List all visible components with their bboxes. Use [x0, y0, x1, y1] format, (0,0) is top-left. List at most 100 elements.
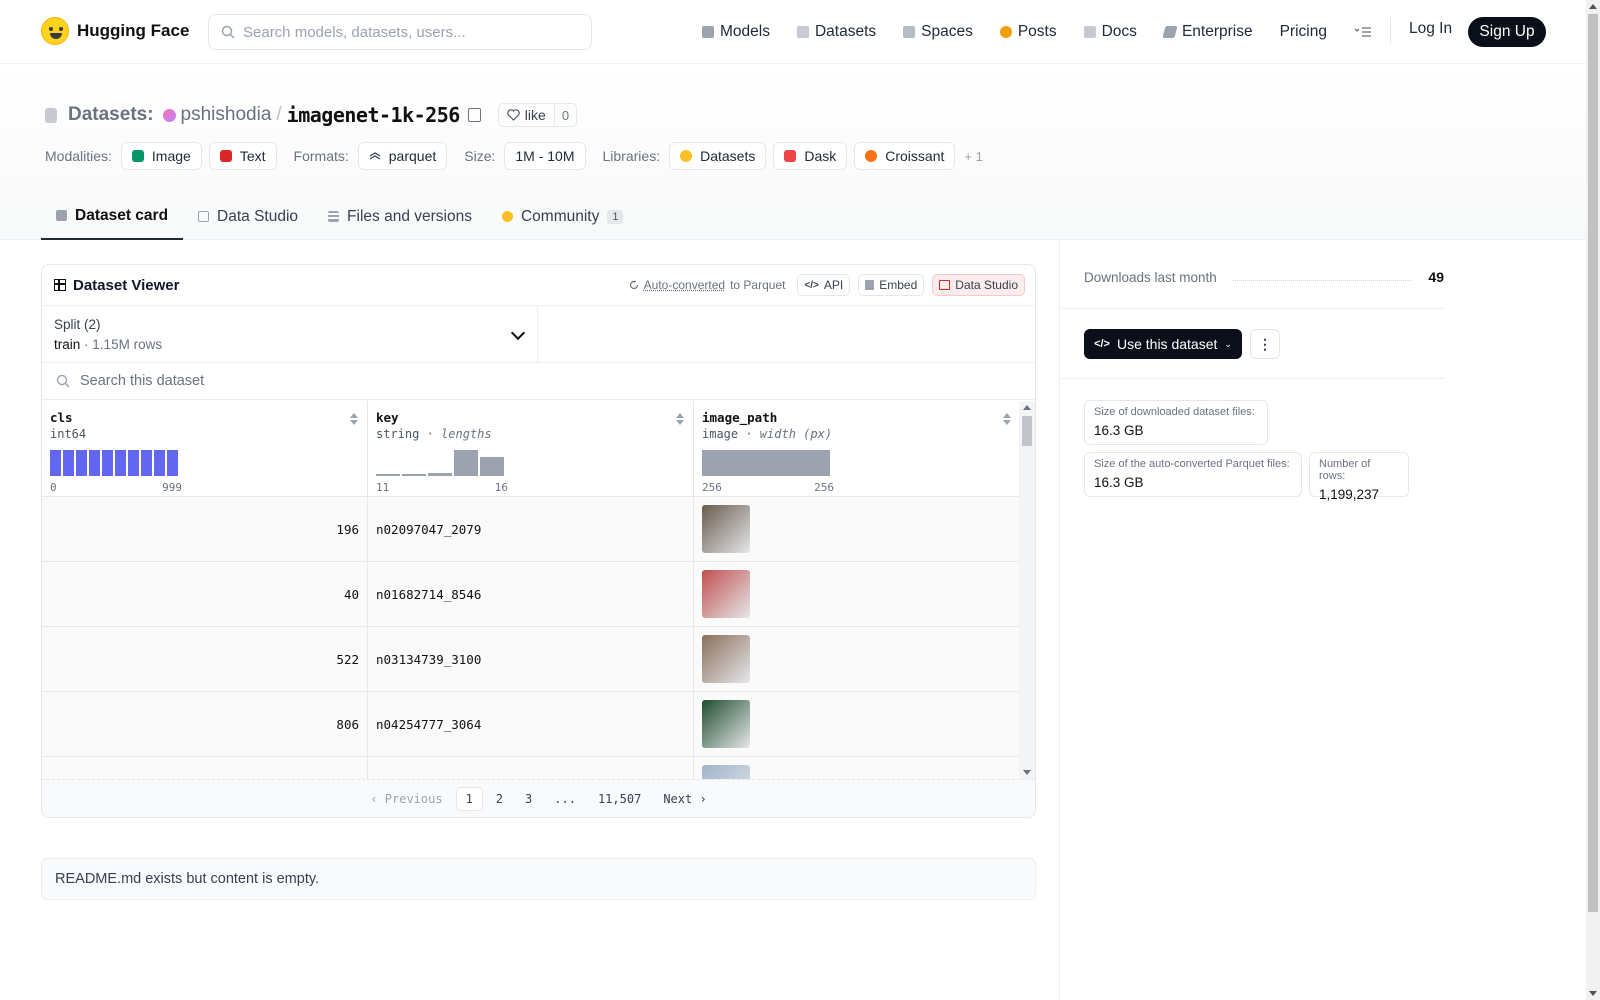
global-search-input[interactable] [243, 23, 563, 41]
histogram-bar[interactable] [128, 450, 139, 476]
image-thumbnail[interactable] [702, 700, 750, 748]
column-name: key [376, 410, 399, 425]
global-search[interactable] [208, 14, 592, 50]
histogram-bar[interactable] [89, 450, 100, 476]
sort-icon[interactable] [1003, 413, 1011, 425]
scrollbar-thumb[interactable] [1022, 416, 1032, 446]
scroll-down-icon[interactable] [1589, 991, 1597, 996]
scroll-down-icon[interactable] [1023, 770, 1031, 775]
range-min: 0 [50, 481, 57, 494]
repo-name[interactable]: imagenet-1k-256 [287, 103, 461, 127]
page-3-button[interactable]: 3 [516, 788, 541, 810]
histogram-bar[interactable] [50, 450, 61, 476]
use-this-dataset-label: Use this dataset [1116, 336, 1218, 352]
grid-icon [903, 26, 916, 38]
next-page-button[interactable]: Next › [654, 788, 715, 810]
histogram-bar[interactable] [480, 456, 504, 476]
tab-data-studio[interactable]: Data Studio [183, 197, 313, 240]
page-2-button[interactable]: 2 [487, 788, 512, 810]
table-row[interactable]: 40 n01682714_8546 [42, 562, 1020, 627]
column-header-key[interactable]: key string · lengths 11 16 [368, 401, 694, 496]
auto-converted-note[interactable]: Auto-converted to Parquet [629, 278, 785, 292]
tab-community[interactable]: Community 1 [487, 197, 639, 240]
dataset-search[interactable] [42, 363, 1035, 400]
login-link[interactable]: Log In [1409, 20, 1452, 38]
table-row[interactable]: 522 n03134739_3100 [42, 627, 1020, 692]
repo-owner-link[interactable]: pshishodia [181, 104, 272, 126]
use-this-dataset-button[interactable]: </> Use this dataset ⌄ [1084, 329, 1242, 359]
scroll-up-icon[interactable] [1589, 4, 1597, 9]
library-datasets-tag[interactable]: Datasets [669, 142, 767, 170]
auto-converted-link[interactable]: Auto-converted [644, 278, 725, 292]
histogram-bar[interactable] [167, 450, 178, 476]
previous-page-button[interactable]: ‹ Previous [361, 788, 451, 810]
size-tag[interactable]: 1M - 10M [504, 142, 586, 170]
histogram-bar[interactable] [102, 450, 113, 476]
library-croissant-tag[interactable]: Croissant [854, 142, 956, 170]
image-thumbnail[interactable] [702, 570, 750, 618]
page-scrollbar[interactable] [1586, 0, 1600, 1000]
library-dask-tag[interactable]: Dask [773, 142, 848, 170]
histogram-bar[interactable] [63, 450, 74, 476]
sort-icon[interactable] [676, 413, 684, 425]
range-max: 16 [494, 481, 508, 494]
stat-label: Number of rows: [1319, 458, 1371, 482]
nav-models[interactable]: Models [702, 20, 770, 44]
table-row[interactable]: 196 n02097047_2079 [42, 497, 1020, 562]
nav-datasets[interactable]: Datasets [796, 20, 876, 44]
brand-logo[interactable]: Hugging Face [41, 17, 189, 45]
nav-menu-button[interactable] [1354, 20, 1372, 44]
column-header-image-path[interactable]: image_path image · width (px) 256 256 [694, 401, 1020, 496]
tab-files[interactable]: Files and versions [313, 197, 487, 240]
cube-icon [702, 26, 714, 38]
dataset-search-input[interactable] [80, 373, 580, 389]
modality-image-tag[interactable]: Image [120, 142, 202, 170]
table-scrollbar[interactable] [1019, 401, 1035, 779]
histogram-bar[interactable] [454, 450, 478, 476]
histogram-bar[interactable] [154, 450, 165, 476]
histogram-bar[interactable] [428, 472, 452, 476]
signup-button[interactable]: Sign Up [1468, 17, 1546, 47]
api-button[interactable]: </> API [797, 274, 851, 296]
nav-posts[interactable]: Posts [999, 20, 1057, 44]
column-header-cls[interactable]: cls int64 0 999 [42, 401, 368, 496]
viewer-header: Dataset Viewer Auto-converted to Parquet … [42, 265, 1035, 306]
like-button[interactable]: like 0 [497, 103, 578, 127]
copy-icon[interactable] [467, 108, 481, 122]
histogram-bar[interactable] [141, 450, 152, 476]
histogram-bar[interactable] [376, 474, 400, 476]
more-options-button[interactable]: ⋮ [1250, 329, 1280, 359]
format-parquet-tag[interactable]: parquet [357, 142, 448, 170]
modality-text-tag[interactable]: Text [208, 142, 277, 170]
split-selector[interactable]: Split (2) train · 1.15M rows [42, 306, 538, 362]
side-divider [1061, 378, 1444, 379]
tab-files-label: Files and versions [347, 207, 472, 225]
more-libraries[interactable]: + 1 [964, 149, 982, 164]
nav-spaces[interactable]: Spaces [903, 20, 973, 44]
histogram-bar[interactable] [76, 450, 87, 476]
stat-value: 16.3 GB [1094, 475, 1144, 490]
histogram-bar[interactable] [115, 450, 126, 476]
data-studio-button[interactable]: Data Studio [932, 274, 1025, 296]
image-thumbnail[interactable] [702, 635, 750, 683]
sort-icon[interactable] [350, 413, 358, 425]
nav-pricing[interactable]: Pricing [1280, 20, 1327, 44]
nav-enterprise[interactable]: Enterprise [1162, 20, 1253, 44]
page-1-button[interactable]: 1 [455, 786, 483, 811]
table-row[interactable]: 806 n04254777_3064 [42, 692, 1020, 757]
table-header: cls int64 0 999 key string · lengths 11 16… [42, 401, 1020, 497]
last-page-button[interactable]: 11,507 [589, 788, 650, 810]
histogram-bar[interactable] [402, 474, 426, 476]
tab-dataset-card[interactable]: Dataset card [41, 197, 184, 240]
search-icon [221, 25, 235, 39]
range-min: 256 [702, 481, 722, 494]
nav-docs[interactable]: Docs [1083, 20, 1137, 44]
embed-button[interactable]: Embed [858, 274, 925, 296]
image-thumbnail[interactable] [702, 505, 750, 553]
column-type-name: string [376, 427, 420, 441]
parquet-icon [369, 152, 381, 160]
scroll-up-icon[interactable] [1023, 405, 1031, 410]
database-icon [45, 107, 57, 123]
scrollbar-thumb[interactable] [1588, 14, 1598, 912]
repo-section-link[interactable]: Datasets: [68, 104, 154, 126]
